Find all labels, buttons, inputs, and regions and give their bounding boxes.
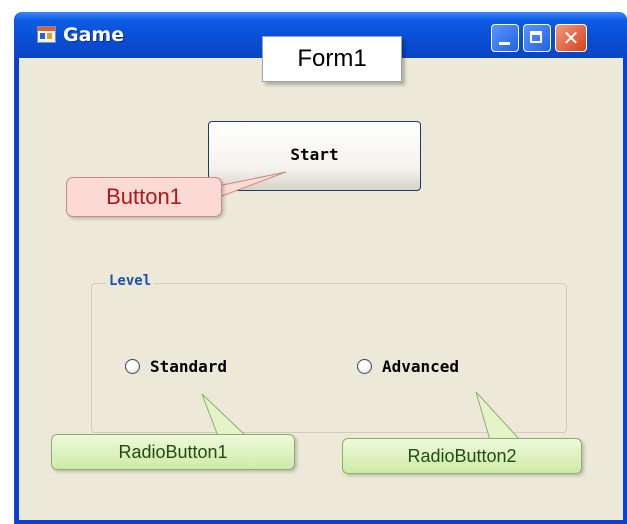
- close-button[interactable]: ✕: [555, 24, 587, 52]
- maximize-icon: [530, 31, 542, 43]
- form1-callout: Form1: [262, 36, 402, 82]
- maximize-button[interactable]: [523, 24, 551, 52]
- button1-callout: Button1: [66, 177, 222, 217]
- window-title: Game: [63, 24, 125, 46]
- minimize-icon: [499, 42, 510, 45]
- radio-standard[interactable]: Standard: [125, 355, 227, 377]
- close-icon: ✕: [562, 26, 580, 50]
- radiobutton2-callout: RadioButton2: [342, 438, 582, 474]
- radio-advanced[interactable]: Advanced: [357, 355, 459, 377]
- start-button[interactable]: Start: [208, 121, 421, 191]
- form-app-icon: [37, 26, 56, 43]
- minimize-button[interactable]: [491, 24, 519, 52]
- radio-circle-icon[interactable]: [125, 358, 140, 374]
- level-group-label: Level: [106, 273, 155, 289]
- radio-standard-label[interactable]: Standard: [150, 357, 227, 376]
- radio-advanced-label[interactable]: Advanced: [382, 357, 459, 376]
- radiobutton1-callout: RadioButton1: [51, 434, 295, 470]
- radio-circle-icon[interactable]: [357, 358, 372, 374]
